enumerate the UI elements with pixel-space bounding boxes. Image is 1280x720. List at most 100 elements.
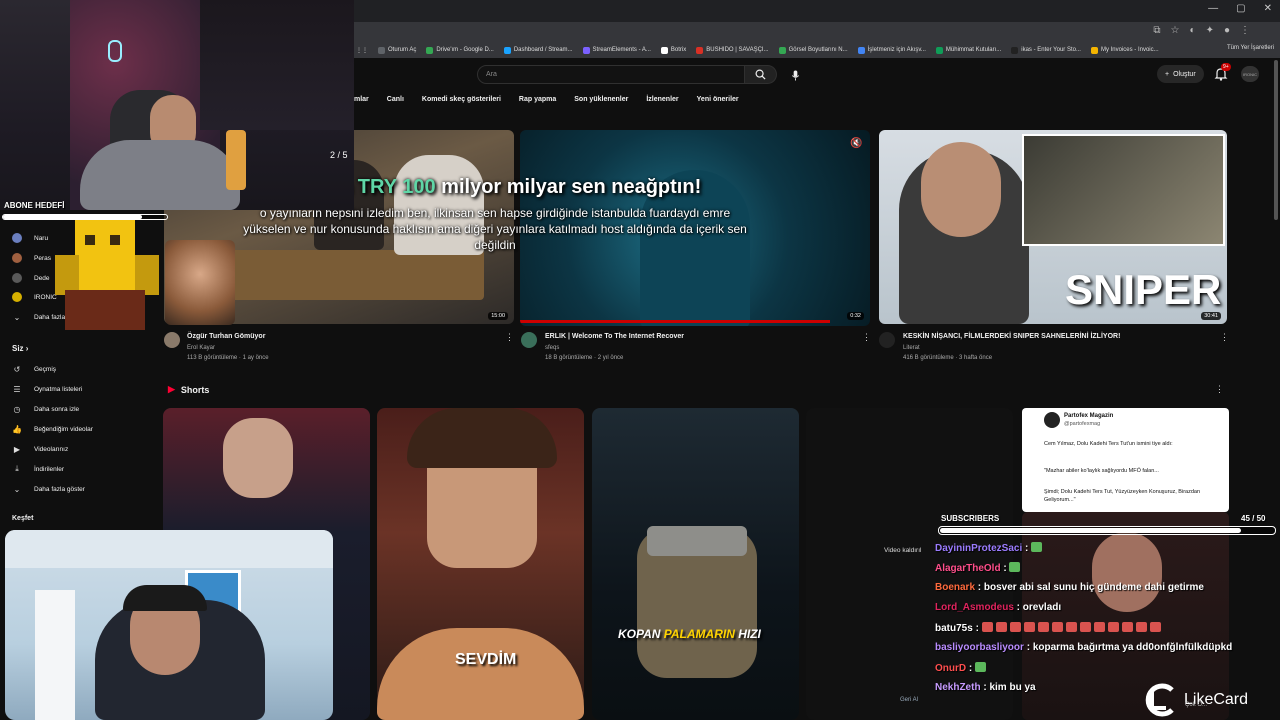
chat-emote: [975, 662, 986, 672]
short-3[interactable]: KOPAN PALAMARIN HIZI: [592, 408, 799, 720]
chat-username[interactable]: DayininProtezSaci: [935, 543, 1022, 554]
chat-message: DayininProtezSaci :: [935, 542, 1045, 554]
chat-username[interactable]: OnurD: [935, 663, 966, 674]
shorts-header: ▶ Shorts: [168, 384, 210, 395]
cast-icon[interactable]: ⧉: [1153, 25, 1160, 36]
star-icon[interactable]: ☆: [1171, 25, 1180, 36]
filter-chip[interactable]: Komedi skeç gösterileri: [422, 96, 501, 103]
all-bookmarks-button[interactable]: Tüm Yer İşaretleri: [1227, 45, 1274, 51]
profile-icon[interactable]: ●: [1224, 25, 1230, 36]
chat-username[interactable]: basliyoorbasliyoor: [935, 642, 1024, 653]
sidebar-item-download[interactable]: ⤓ İndirilenler: [12, 464, 64, 474]
mute-icon[interactable]: 🔇: [850, 138, 862, 149]
bookmark-item[interactable]: Görsel Boyutlarını N...: [778, 46, 848, 54]
sidebar-sub-peras[interactable]: Peras: [12, 253, 51, 263]
tweet-handle: @partofexmag: [1064, 421, 1101, 427]
mascot-arm: [55, 255, 79, 295]
window-controls: — ▢ ✕: [1208, 3, 1272, 14]
short-2[interactable]: SEVDİM: [377, 408, 584, 720]
channel-avatar[interactable]: [164, 332, 180, 348]
chat-username[interactable]: Boenark: [935, 582, 975, 593]
puzzle-icon[interactable]: ✦: [1206, 25, 1214, 36]
apps-icon[interactable]: ⋮⋮: [356, 47, 368, 54]
chat-message: OnurD :: [935, 662, 989, 674]
bookmark-item[interactable]: Mühimmat Kutuları...: [935, 46, 1001, 54]
more-options-icon[interactable]: ⋮: [862, 332, 871, 343]
minimize-button[interactable]: —: [1208, 3, 1218, 14]
bookmark-item[interactable]: BUSHIDO | SAVAŞÇI...: [696, 46, 769, 54]
channel-name[interactable]: Erol Kayar: [187, 345, 215, 351]
bookmark-item[interactable]: Drive'ım - Google D...: [426, 46, 494, 54]
sidebar-you-heading[interactable]: Siz ›: [12, 344, 28, 353]
sidebar-item-video[interactable]: ▶ Videolarınız: [12, 444, 68, 454]
chat-username[interactable]: AlagarTheOld: [935, 563, 1001, 574]
close-button[interactable]: ✕: [1264, 3, 1272, 14]
more-options-icon[interactable]: ⋮: [1220, 332, 1229, 343]
filter-chip[interactable]: Canlı: [387, 96, 404, 103]
sidebar-item-history[interactable]: ↺ Geçmiş: [12, 364, 56, 374]
sidebar-item-chevron-down[interactable]: ⌄ Daha fazla göster: [12, 484, 85, 494]
bookmark-icon: [582, 46, 590, 54]
menu-icon[interactable]: ⋮: [1240, 25, 1250, 36]
bookmark-icon: [935, 46, 943, 54]
chat-username[interactable]: NekhZeth: [935, 682, 981, 693]
avatar: [12, 292, 22, 302]
sidebar-item-thumb-up[interactable]: 👍 Beğendiğim videolar: [12, 424, 93, 434]
video-meta: 113 B görüntüleme · 1 ay önce: [187, 355, 269, 361]
bookmark-item[interactable]: ikas - Enter Your Sto...: [1011, 46, 1081, 54]
search-input[interactable]: Ara: [477, 65, 745, 84]
chat-emote: [1009, 562, 1021, 572]
bookmark-item[interactable]: Botrix: [660, 46, 686, 54]
filter-chip[interactable]: Rap yapma: [519, 96, 556, 103]
avatar: [12, 233, 22, 243]
chat-emote: [1037, 622, 1049, 632]
channel-name[interactable]: Literat: [903, 345, 920, 351]
sidebar-item-clock[interactable]: ◷ Daha sonra izle: [12, 404, 80, 414]
clock-icon: ◷: [13, 404, 21, 414]
filter-chip[interactable]: İzlenenler: [646, 96, 678, 103]
video-title[interactable]: ERLIK | Welcome To The Internet Recover: [545, 333, 684, 340]
channel-name[interactable]: sfeqs: [545, 345, 559, 351]
undo-button[interactable]: Geri Al: [900, 697, 918, 703]
channel-avatar[interactable]: [521, 332, 537, 348]
sidebar-sub-naru[interactable]: Naru: [12, 233, 48, 243]
voice-search-button[interactable]: [786, 66, 804, 84]
bookmark-item[interactable]: Dashboard / Stream...: [503, 46, 573, 54]
maximize-button[interactable]: ▢: [1236, 3, 1245, 14]
filter-chip[interactable]: mlar: [354, 96, 369, 103]
sidebar-sub-ironic[interactable]: IRONIC: [12, 292, 57, 302]
subscribers-label: SUBSCRIBERS: [941, 514, 1000, 523]
face-shape: [1092, 532, 1162, 612]
avatar: [12, 253, 22, 263]
more-options-icon[interactable]: ⋮: [1215, 384, 1224, 395]
bookmark-item[interactable]: StreamElements - A...: [582, 46, 651, 54]
search-button[interactable]: [745, 65, 777, 84]
filter-chip[interactable]: Son yüklenenler: [574, 96, 628, 103]
microphone-shape: [226, 130, 246, 190]
sidebar-sub-dede[interactable]: Dede: [12, 273, 50, 283]
thumb-up-icon: 👍: [12, 424, 22, 434]
download-icon: ⤓: [15, 464, 19, 473]
chat-text: kim bu ya: [989, 682, 1036, 693]
video-title[interactable]: Özgür Turhan Gömüyor: [187, 333, 265, 340]
filter-chip[interactable]: Yeni öneriler: [697, 96, 739, 103]
extension-icon[interactable]: ◐: [1190, 25, 1196, 36]
create-button[interactable]: + Oluştur: [1157, 65, 1204, 83]
bookmark-item[interactable]: My Invoices - Invoic...: [1090, 46, 1159, 54]
bookmark-item[interactable]: İşletmeniz için Akışv...: [857, 46, 926, 54]
page-scrollbar[interactable]: [1274, 60, 1278, 220]
webcam-top: 2 / 5: [0, 0, 354, 210]
bookmark-item[interactable]: Oturum Aç: [378, 46, 416, 54]
video-title[interactable]: KESKİN NİŞANCI, FİLMLERDEKİ SNIPER SAHNE…: [903, 333, 1120, 340]
account-avatar[interactable]: IRONIC: [1241, 66, 1259, 82]
bookmark-icon: [696, 46, 704, 54]
bookmark-icon: [1090, 46, 1098, 54]
chat-username[interactable]: batu75s: [935, 623, 973, 634]
channel-avatar[interactable]: [879, 332, 895, 348]
chat-username[interactable]: Lord_Asmodeus: [935, 602, 1014, 613]
video-thumbnail-3[interactable]: SNIPER 30:41: [879, 130, 1227, 324]
chat-emote: [1135, 622, 1147, 632]
video-duration: 0:32: [847, 312, 864, 320]
sidebar-item-playlist[interactable]: ☰ Oynatma listeleri: [12, 384, 82, 394]
more-options-icon[interactable]: ⋮: [505, 332, 514, 343]
